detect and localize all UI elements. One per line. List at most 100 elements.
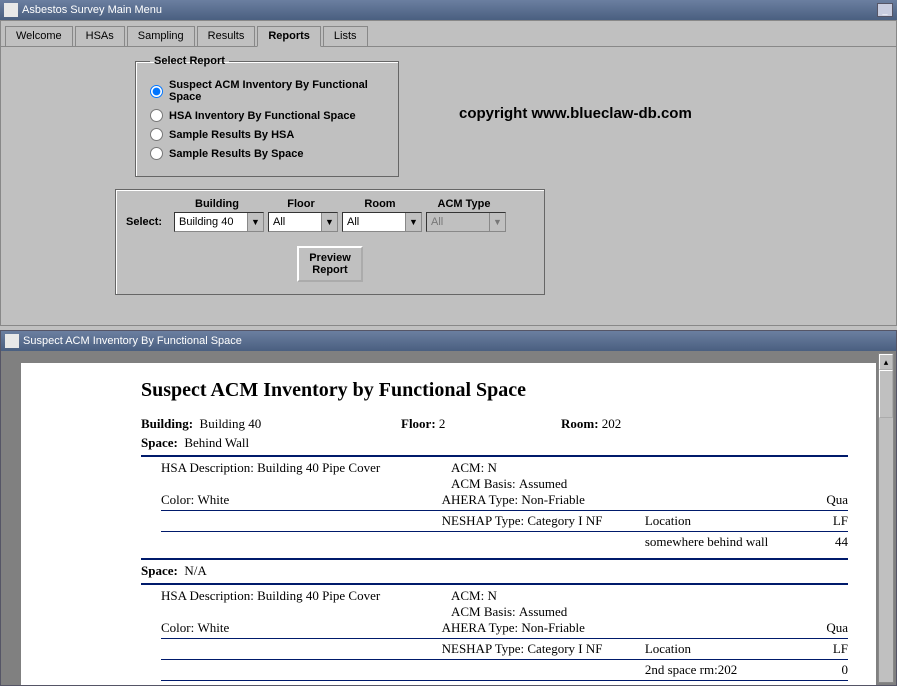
chevron-down-icon: ▼ bbox=[489, 213, 505, 231]
summary-value: 44 bbox=[835, 683, 848, 685]
main-titlebar: Asbestos Survey Main Menu _ bbox=[0, 0, 897, 20]
app-icon bbox=[4, 3, 18, 17]
val-space2: N/A bbox=[184, 563, 206, 578]
select-filters-group: Building Floor Room ACM Type Select: Bui… bbox=[115, 189, 545, 295]
radio-sample-hsa[interactable]: Sample Results By HSA bbox=[150, 128, 384, 141]
hdr-building: Building bbox=[172, 198, 262, 210]
val-basis2: Assumed bbox=[519, 604, 567, 619]
report-icon bbox=[5, 334, 19, 348]
report-window: Suspect ACM Inventory By Functional Spac… bbox=[0, 330, 897, 686]
val-room: 202 bbox=[602, 416, 622, 431]
report-window-title: Suspect ACM Inventory By Functional Spac… bbox=[23, 335, 242, 347]
val-ahera2: Non-Friable bbox=[521, 620, 585, 635]
select-report-group: Select Report Suspect ACM Inventory By F… bbox=[135, 55, 399, 177]
combo-floor[interactable]: All ▼ bbox=[268, 212, 338, 232]
lbl-location2: Location bbox=[645, 641, 691, 656]
val-ahera: Non-Friable bbox=[521, 492, 585, 507]
combo-building-value: Building 40 bbox=[179, 216, 233, 228]
radio-suspect-acm-input[interactable] bbox=[150, 85, 163, 98]
lbl-color: Color: bbox=[161, 492, 194, 507]
lbl-hsa2: HSA Description: bbox=[161, 588, 254, 603]
lbl-qua: Qua bbox=[826, 492, 848, 507]
combo-building[interactable]: Building 40 ▼ bbox=[174, 212, 264, 232]
radio-hsa-inv[interactable]: HSA Inventory By Functional Space bbox=[150, 109, 384, 122]
radio-sample-space[interactable]: Sample Results By Space bbox=[150, 147, 384, 160]
combo-floor-value: All bbox=[273, 216, 285, 228]
val-color: White bbox=[197, 492, 229, 507]
combo-room[interactable]: All ▼ bbox=[342, 212, 422, 232]
report-titlebar: Suspect ACM Inventory By Functional Spac… bbox=[1, 331, 896, 351]
minimize-button[interactable]: _ bbox=[877, 3, 893, 17]
lbl-neshap2: NESHAP Type: bbox=[442, 641, 525, 656]
lbl-acm2: ACM: bbox=[451, 588, 484, 603]
chevron-down-icon[interactable]: ▼ bbox=[247, 213, 263, 231]
summary-label: Summary for Thermal System Insulation bbox=[577, 683, 790, 685]
hdr-floor: Floor bbox=[266, 198, 336, 210]
lbl-space2: Space: bbox=[141, 563, 178, 578]
report-page: Suspect ACM Inventory by Functional Spac… bbox=[21, 363, 876, 685]
val-neshap2: Category I NF bbox=[527, 641, 602, 656]
tab-sampling[interactable]: Sampling bbox=[127, 26, 195, 47]
lbl-lf2: LF bbox=[833, 641, 848, 656]
lbl-basis2: ACM Basis: bbox=[451, 604, 516, 619]
val-neshap: Category I NF bbox=[527, 513, 602, 528]
select-report-legend: Select Report bbox=[150, 55, 229, 67]
val-hsa2: Building 40 Pipe Cover bbox=[257, 588, 380, 603]
tab-hsas[interactable]: HSAs bbox=[75, 26, 125, 47]
combo-acmtype-value: All bbox=[431, 216, 443, 228]
lbl-hsa: HSA Description: bbox=[161, 460, 254, 475]
val-location: somewhere behind wall bbox=[645, 534, 768, 549]
select-label: Select: bbox=[126, 216, 170, 228]
val-building: Building 40 bbox=[200, 416, 262, 431]
val-space: Behind Wall bbox=[184, 435, 249, 450]
lbl-qua2: Qua bbox=[826, 620, 848, 635]
lbl-ahera: AHERA Type: bbox=[442, 492, 519, 507]
lbl-color2: Color: bbox=[161, 620, 194, 635]
lbl-ahera2: AHERA Type: bbox=[442, 620, 519, 635]
tab-lists[interactable]: Lists bbox=[323, 26, 368, 47]
lbl-basis: ACM Basis: bbox=[451, 476, 516, 491]
combo-acmtype: All ▼ bbox=[426, 212, 506, 232]
val-lf: 44 bbox=[835, 534, 848, 549]
preview-report-button[interactable]: Preview Report bbox=[297, 246, 363, 282]
tab-welcome[interactable]: Welcome bbox=[5, 26, 73, 47]
val-hsa: Building 40 Pipe Cover bbox=[257, 460, 380, 475]
hdr-acmtype: ACM Type bbox=[424, 198, 504, 210]
lbl-room: Room: bbox=[561, 416, 599, 431]
report-title: Suspect ACM Inventory by Functional Spac… bbox=[141, 379, 848, 402]
reports-panel: Select Report Suspect ACM Inventory By F… bbox=[1, 46, 896, 322]
radio-sample-space-label: Sample Results By Space bbox=[169, 148, 304, 160]
tab-results[interactable]: Results bbox=[197, 26, 256, 47]
radio-sample-hsa-label: Sample Results By HSA bbox=[169, 129, 294, 141]
val-location2: 2nd space rm:202 bbox=[645, 662, 737, 677]
val-lf2: 0 bbox=[842, 662, 849, 677]
scroll-thumb[interactable] bbox=[879, 370, 893, 418]
radio-hsa-inv-input[interactable] bbox=[150, 109, 163, 122]
val-acm: N bbox=[487, 460, 496, 475]
lbl-neshap: NESHAP Type: bbox=[442, 513, 525, 528]
val-basis: Assumed bbox=[519, 476, 567, 491]
scroll-up-button[interactable]: ▴ bbox=[879, 354, 893, 370]
lbl-lf: LF bbox=[833, 513, 848, 528]
radio-suspect-acm[interactable]: Suspect ACM Inventory By Functional Spac… bbox=[150, 79, 384, 103]
radio-hsa-inv-label: HSA Inventory By Functional Space bbox=[169, 110, 356, 122]
hdr-room: Room bbox=[340, 198, 420, 210]
lbl-building: Building: bbox=[141, 416, 193, 431]
chevron-down-icon[interactable]: ▼ bbox=[321, 213, 337, 231]
main-app-frame: Welcome HSAs Sampling Results Reports Li… bbox=[0, 20, 897, 326]
window-title: Asbestos Survey Main Menu bbox=[22, 4, 162, 16]
tab-strip: Welcome HSAs Sampling Results Reports Li… bbox=[1, 21, 896, 46]
lbl-floor: Floor: bbox=[401, 416, 436, 431]
val-acm2: N bbox=[487, 588, 496, 603]
val-floor: 2 bbox=[439, 416, 446, 431]
lbl-acm: ACM: bbox=[451, 460, 484, 475]
tab-reports[interactable]: Reports bbox=[257, 26, 321, 47]
vertical-scrollbar[interactable]: ▴ bbox=[878, 353, 894, 683]
radio-sample-space-input[interactable] bbox=[150, 147, 163, 160]
radio-sample-hsa-input[interactable] bbox=[150, 128, 163, 141]
report-viewport: Suspect ACM Inventory by Functional Spac… bbox=[1, 351, 896, 685]
lbl-space: Space: bbox=[141, 435, 178, 450]
copyright-text: copyright www.blueclaw-db.com bbox=[459, 105, 692, 122]
chevron-down-icon[interactable]: ▼ bbox=[405, 213, 421, 231]
lbl-location: Location bbox=[645, 513, 691, 528]
